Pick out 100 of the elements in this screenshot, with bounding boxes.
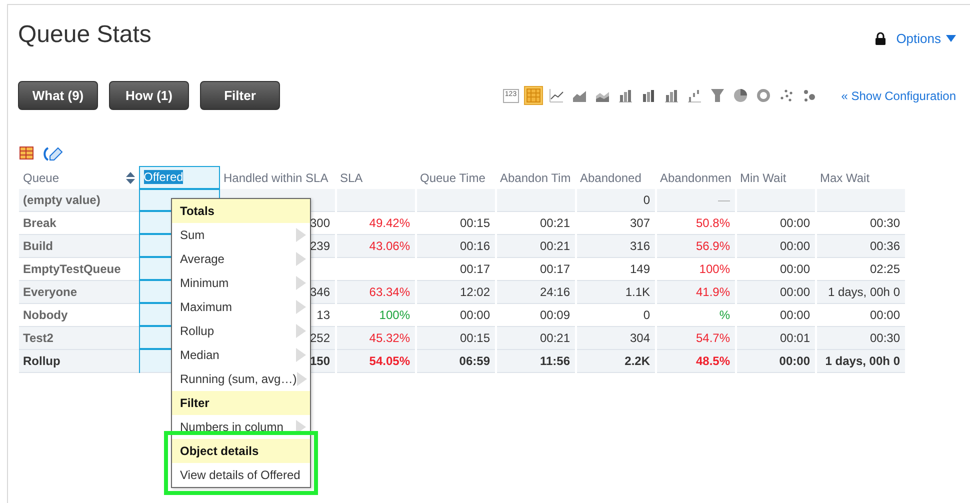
table-cell: 41.9% bbox=[656, 280, 736, 303]
table-cell: — bbox=[656, 188, 736, 211]
table-cell: % bbox=[656, 303, 736, 326]
table-cell: 00:15 bbox=[416, 326, 496, 349]
column-header[interactable]: Queue bbox=[19, 166, 139, 188]
pie-chart-icon bbox=[733, 88, 748, 103]
table-cell: 00:00 bbox=[736, 211, 816, 234]
column-header[interactable]: Abandonmen bbox=[656, 166, 736, 188]
table-cell: 0 bbox=[576, 188, 656, 211]
table-cell: 304 bbox=[576, 326, 656, 349]
table-cell: 00:00 bbox=[816, 303, 906, 326]
options-link[interactable]: Options bbox=[896, 31, 956, 46]
bar-chart-icon bbox=[664, 88, 680, 103]
show-configuration-link[interactable]: « Show Configuration bbox=[841, 88, 956, 102]
submenu-arrow-icon bbox=[296, 324, 306, 338]
table-cell: 00:09 bbox=[496, 303, 576, 326]
donut-chart-icon bbox=[756, 88, 772, 103]
table-cell: 1 days, 00h 0 bbox=[816, 349, 906, 372]
table-cell: 00:36 bbox=[816, 234, 906, 257]
sort-icon[interactable] bbox=[126, 172, 134, 184]
table-cell: 00:00 bbox=[416, 303, 496, 326]
toolbar-button[interactable]: Filter bbox=[200, 81, 280, 110]
table-icon bbox=[526, 88, 542, 103]
table-cell: 149 bbox=[576, 257, 656, 280]
table-cell: 100% bbox=[336, 303, 416, 326]
row-label: Build bbox=[19, 234, 139, 257]
menu-item[interactable]: Numbers in column bbox=[172, 415, 310, 439]
submenu-arrow-icon bbox=[296, 252, 306, 266]
table-cell: 307 bbox=[576, 211, 656, 234]
table-cell: 00:00 bbox=[736, 349, 816, 372]
table-cell: 00:17 bbox=[416, 257, 496, 280]
scatter-chart-icon bbox=[779, 88, 794, 103]
column-header[interactable]: Max Wait bbox=[816, 166, 906, 188]
toolbar-button[interactable]: What (9) bbox=[18, 81, 98, 110]
row-label: Everyone bbox=[19, 280, 139, 303]
table-cell: 11:56 bbox=[496, 349, 576, 372]
table-cell: 00:30 bbox=[816, 211, 906, 234]
table-cell: 49.42% bbox=[336, 211, 416, 234]
table-cell: 00:21 bbox=[496, 234, 576, 257]
table-cell: 00:01 bbox=[736, 326, 816, 349]
bar-chart-icon bbox=[641, 88, 656, 103]
menu-section-title: Totals bbox=[172, 199, 310, 223]
bar-chart-icon bbox=[618, 88, 634, 103]
caret-icon bbox=[946, 35, 956, 42]
submenu-arrow-icon bbox=[296, 276, 306, 290]
pencil-icon[interactable] bbox=[42, 146, 64, 162]
table-cell: 00:16 bbox=[416, 234, 496, 257]
table-cell: 00:00 bbox=[736, 280, 816, 303]
table-cell: 100% bbox=[656, 257, 736, 280]
row-label: Test2 bbox=[19, 326, 139, 349]
table-cell: 50.8% bbox=[656, 211, 736, 234]
table-cell: 00:00 bbox=[736, 257, 816, 280]
submenu-arrow-icon bbox=[296, 372, 307, 386]
table-cell: 24:16 bbox=[496, 280, 576, 303]
table-cell: 00:17 bbox=[496, 257, 576, 280]
menu-item[interactable]: View details of Offered bbox=[172, 463, 310, 487]
table-cell: 00:21 bbox=[496, 211, 576, 234]
column-header[interactable]: Abandon Tim bbox=[496, 166, 576, 188]
column-header[interactable]: Offered bbox=[139, 166, 219, 188]
table-cell: 00:15 bbox=[416, 211, 496, 234]
table-cell: 54.05% bbox=[336, 349, 416, 372]
table-cell: 02:25 bbox=[816, 257, 906, 280]
table-cell: 00:30 bbox=[816, 326, 906, 349]
chart-type-button[interactable] bbox=[547, 86, 566, 105]
bubble-chart-icon bbox=[802, 88, 818, 103]
row-label: Break bbox=[19, 211, 139, 234]
column-header[interactable]: Min Wait bbox=[736, 166, 816, 188]
menu-section-title: Object details bbox=[172, 439, 310, 463]
submenu-arrow-icon bbox=[296, 420, 306, 434]
column-header[interactable]: Queue Time bbox=[416, 166, 496, 188]
table-cell: 316 bbox=[576, 234, 656, 257]
row-label: Nobody bbox=[19, 303, 139, 326]
table-cell: 45.32% bbox=[336, 326, 416, 349]
table-cell: 56.9% bbox=[656, 234, 736, 257]
line-chart-icon bbox=[549, 88, 564, 103]
column-header[interactable]: SLA bbox=[336, 166, 416, 188]
table-cell: 00:21 bbox=[496, 326, 576, 349]
table-cell: 1 days, 00h 0 bbox=[816, 280, 906, 303]
column-header[interactable]: Abandoned bbox=[576, 166, 656, 188]
table-icon[interactable] bbox=[19, 146, 34, 160]
submenu-arrow-icon bbox=[296, 300, 306, 314]
table-cell: 0 bbox=[576, 303, 656, 326]
table-cell: 06:59 bbox=[416, 349, 496, 372]
table-cell: 63.34% bbox=[336, 280, 416, 303]
row-label: (empty value) bbox=[19, 188, 139, 211]
table-cell: 1.1K bbox=[576, 280, 656, 303]
waterfall-chart-icon bbox=[687, 88, 702, 103]
table-cell: 43.06% bbox=[336, 234, 416, 257]
table-cell: 2.2K bbox=[576, 349, 656, 372]
toolbar-button[interactable]: How (1) bbox=[109, 81, 189, 110]
funnel-icon bbox=[710, 88, 726, 103]
submenu-arrow-icon bbox=[296, 348, 306, 362]
table-cell: 00:00 bbox=[736, 234, 816, 257]
column-header[interactable]: Handled within SLA bbox=[219, 166, 336, 188]
menu-section-title: Filter bbox=[172, 391, 310, 415]
submenu-arrow-icon bbox=[296, 228, 306, 242]
table-cell: 54.7% bbox=[656, 326, 736, 349]
table-cell: 48.5% bbox=[656, 349, 736, 372]
row-label: EmptyTestQueue bbox=[19, 257, 139, 280]
area-chart-icon bbox=[572, 88, 588, 103]
